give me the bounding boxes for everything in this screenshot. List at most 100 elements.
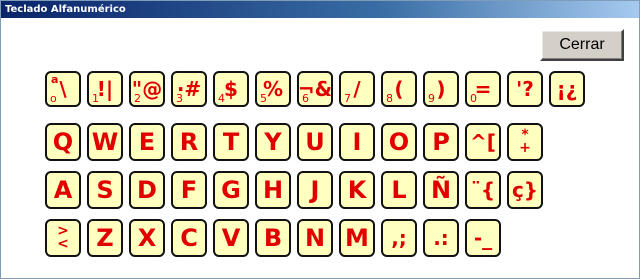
close-button[interactable]: Cerrar: [540, 29, 624, 61]
key-4-2[interactable]: Z: [87, 219, 123, 257]
key-4-8[interactable]: M: [339, 219, 375, 257]
key-1-2[interactable]: !| 1: [87, 71, 123, 107]
key-label: Q: [52, 128, 74, 156]
key-label: S: [96, 176, 114, 204]
key-3-12[interactable]: ç}: [507, 171, 543, 209]
key-label: =: [474, 77, 492, 101]
key-label: X: [137, 224, 157, 252]
key-4-9[interactable]: ,;: [381, 219, 417, 257]
key-label: E: [138, 128, 156, 156]
key-label: L: [391, 176, 407, 204]
key-2-3[interactable]: E: [129, 123, 165, 161]
key-1-11[interactable]: = 0: [465, 71, 501, 107]
key-1-10[interactable]: ) 9: [423, 71, 459, 107]
key-4-7[interactable]: N: [297, 219, 333, 257]
key-label: J: [310, 176, 320, 204]
key-4-3[interactable]: X: [129, 219, 165, 257]
key-subscript: o: [50, 92, 57, 105]
key-2-2[interactable]: W: [87, 123, 123, 161]
key-2-7[interactable]: U: [297, 123, 333, 161]
key-label: ç}: [511, 178, 539, 202]
key-2-5[interactable]: T: [213, 123, 249, 161]
key-3-5[interactable]: G: [213, 171, 249, 209]
key-1-6[interactable]: % 5: [255, 71, 291, 107]
key-4-4[interactable]: C: [171, 219, 207, 257]
key-subscript: 4: [218, 92, 225, 105]
key-label: > <: [57, 224, 69, 252]
key-label: Z: [96, 224, 114, 252]
key-subscript: 0: [470, 92, 477, 105]
key-label-part: +: [519, 140, 531, 156]
key-3-2[interactable]: S: [87, 171, 123, 209]
key-label: A: [53, 176, 73, 204]
key-2-11[interactable]: ^[: [465, 123, 501, 161]
key-label: \: [59, 77, 67, 101]
key-2-12[interactable]: * +: [507, 123, 543, 161]
key-3-6[interactable]: H: [255, 171, 291, 209]
key-3-11[interactable]: ¨{: [465, 171, 501, 209]
key-3-8[interactable]: K: [339, 171, 375, 209]
key-label: F: [180, 176, 198, 204]
key-1-4[interactable]: ·# 3: [171, 71, 207, 107]
key-label: * +: [519, 128, 531, 156]
key-2-8[interactable]: I: [339, 123, 375, 161]
key-label: ,;: [391, 226, 407, 250]
key-3-1[interactable]: A: [45, 171, 81, 209]
key-label: U: [305, 128, 325, 156]
key-superscript: a: [51, 73, 59, 86]
key-4-10[interactable]: .:: [423, 219, 459, 257]
key-1-3[interactable]: "@ 2: [129, 71, 165, 107]
key-1-13[interactable]: ¡¿: [549, 71, 585, 107]
key-1-12[interactable]: '?: [507, 71, 543, 107]
key-label: P: [432, 128, 450, 156]
key-label: ¡¿: [556, 77, 578, 101]
key-1-1[interactable]: \ a o: [45, 71, 81, 107]
key-subscript: 3: [176, 92, 183, 105]
key-label: D: [137, 176, 157, 204]
key-label: ^[: [470, 130, 496, 154]
key-label: T: [222, 128, 240, 156]
key-label: O: [388, 128, 410, 156]
key-subscript: 7: [344, 92, 351, 105]
key-3-4[interactable]: F: [171, 171, 207, 209]
key-label: -_: [473, 226, 493, 250]
key-2-6[interactable]: Y: [255, 123, 291, 161]
key-2-1[interactable]: Q: [45, 123, 81, 161]
key-3-10[interactable]: Ñ: [423, 171, 459, 209]
key-label: K: [347, 176, 367, 204]
key-label: '?: [516, 77, 534, 101]
key-subscript: 9: [428, 92, 435, 105]
key-subscript: 1: [92, 92, 99, 105]
key-3-7[interactable]: J: [297, 171, 333, 209]
key-4-1[interactable]: > <: [45, 219, 81, 257]
key-label: $: [224, 77, 238, 101]
key-label: Ñ: [430, 176, 452, 204]
key-label-part: <: [57, 236, 69, 252]
key-subscript: 2: [134, 92, 141, 105]
key-row-3: A S D F G H J K L Ñ ¨{ ç}: [45, 171, 549, 209]
key-4-6[interactable]: B: [255, 219, 291, 257]
key-4-5[interactable]: V: [213, 219, 249, 257]
key-1-5[interactable]: $4: [213, 71, 249, 107]
key-2-4[interactable]: R: [171, 123, 207, 161]
key-label: ¨{: [470, 178, 496, 202]
key-label: M: [345, 224, 369, 252]
key-1-7[interactable]: ¬& 6: [297, 71, 333, 107]
key-1-8[interactable]: /7: [339, 71, 375, 107]
key-label: !|: [96, 77, 114, 101]
key-2-10[interactable]: P: [423, 123, 459, 161]
key-label: ): [436, 77, 446, 101]
key-2-9[interactable]: O: [381, 123, 417, 161]
key-label: Y: [264, 128, 282, 156]
key-row-1: \ a o !| 1 "@ 2 ·# 3 $4% 5 ¬& 6/7(8) 9 = 0 '? ¡¿: [45, 71, 591, 107]
key-3-9[interactable]: L: [381, 171, 417, 209]
key-4-11[interactable]: -_: [465, 219, 501, 257]
key-1-9[interactable]: (8: [381, 71, 417, 107]
keyboard-window: Teclado Alfanumérico Cerrar \ a o !| 1 "@ 2 ·# 3…: [0, 0, 640, 279]
key-label: N: [304, 224, 326, 252]
key-row-4: > < Z X C V B N M,;.: -_: [45, 219, 507, 257]
key-3-3[interactable]: D: [129, 171, 165, 209]
key-label: C: [180, 224, 198, 252]
key-label: V: [221, 224, 241, 252]
key-subscript: 6: [302, 92, 309, 105]
